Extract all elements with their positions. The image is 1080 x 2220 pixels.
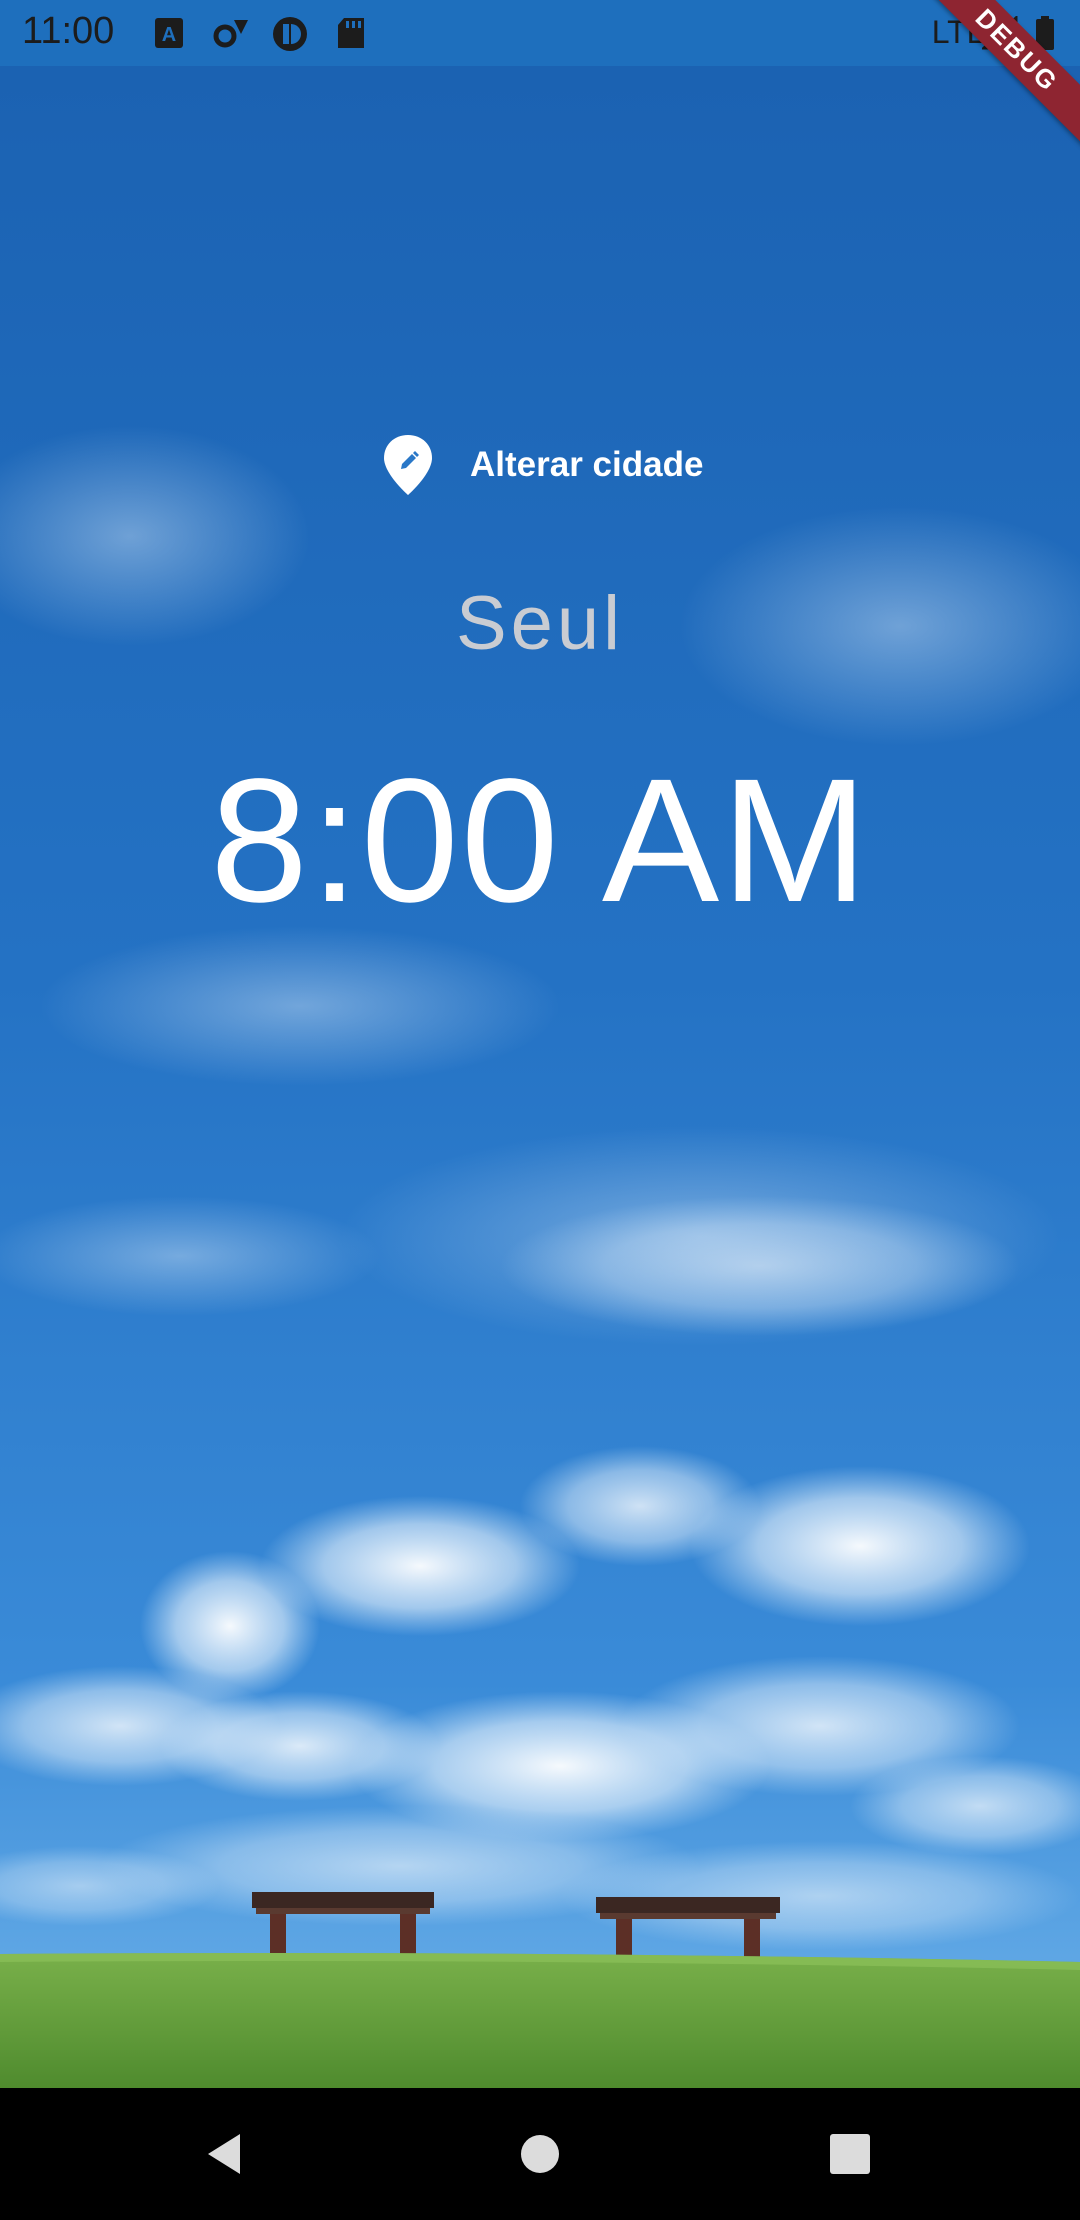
status-bar: 11:00 A LTE — [0, 0, 1080, 66]
background-image — [0, 66, 1080, 2088]
edit-location-icon — [384, 435, 432, 495]
sd-card-icon — [338, 18, 364, 48]
status-time: 11:00 — [22, 10, 115, 52]
recents-icon[interactable] — [820, 2124, 880, 2184]
text-a-icon: A — [155, 18, 183, 48]
change-city-label: Alterar cidade — [470, 445, 704, 484]
app-circle-icon — [273, 17, 307, 51]
svg-text:A: A — [162, 24, 176, 46]
time-display: 8:00 AM — [210, 743, 870, 939]
city-name: Seul — [455, 581, 625, 666]
home-icon[interactable] — [510, 2124, 570, 2184]
app-screen: 11:00 A LTE DEBUG Alterar cidade Seul 8:… — [0, 0, 1080, 2220]
settings-gear-icon — [213, 20, 248, 48]
change-city-button[interactable]: Alterar cidade — [380, 430, 703, 500]
navigation-bar — [0, 2088, 1080, 2220]
back-icon[interactable] — [196, 2124, 256, 2184]
